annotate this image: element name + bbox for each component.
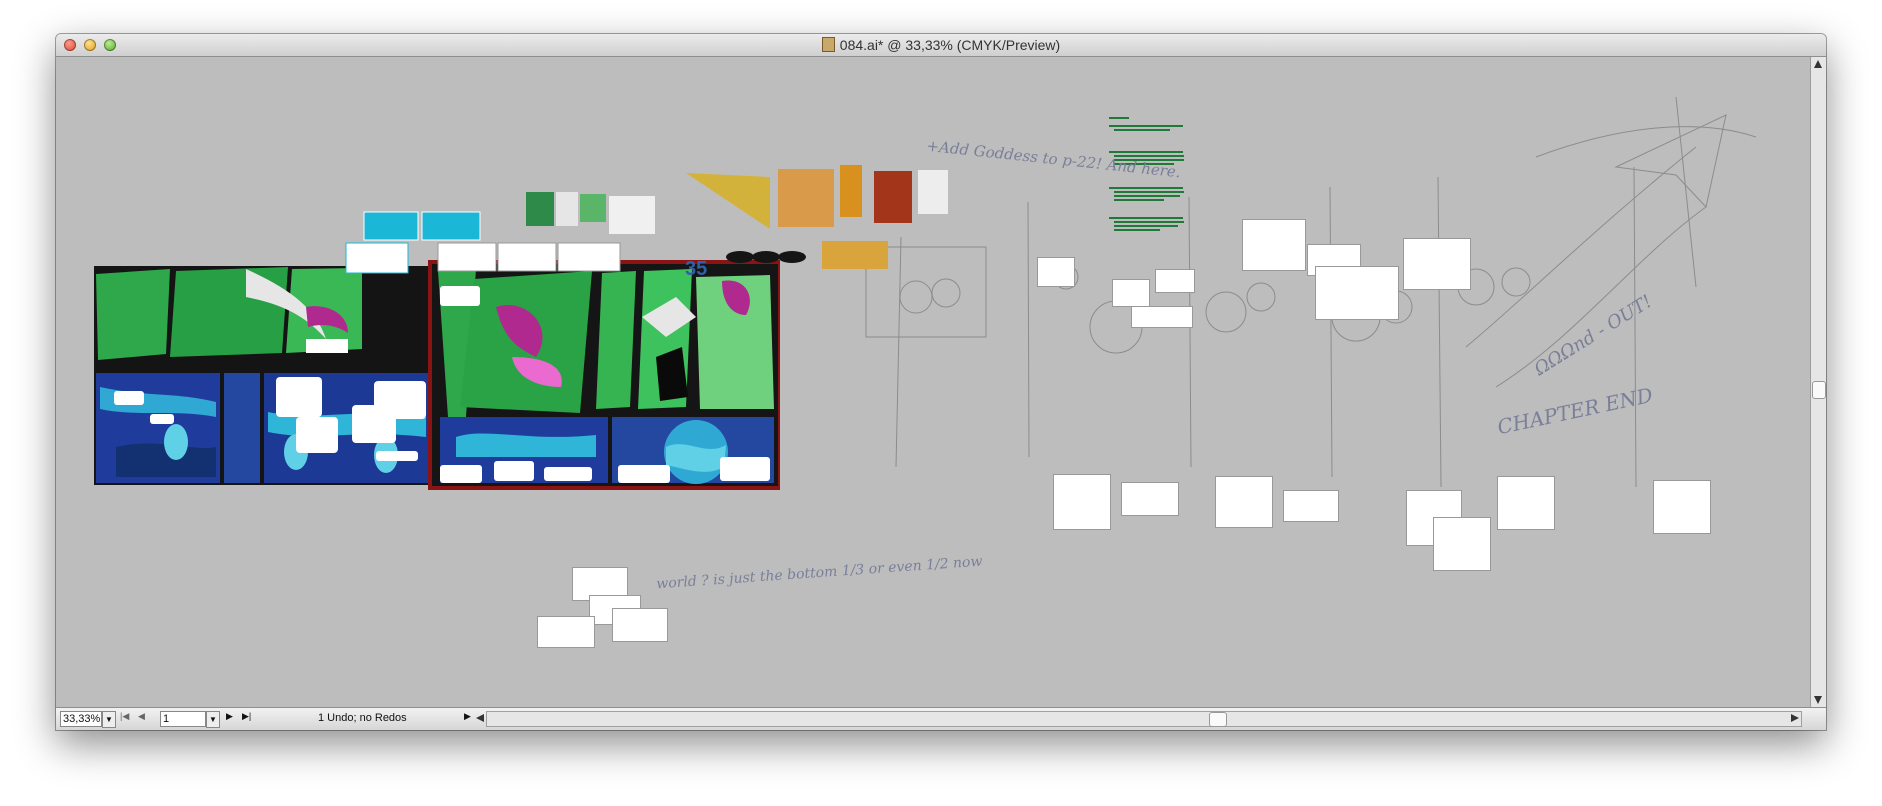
previous-artboard-icon[interactable]: ◀ <box>138 711 145 722</box>
status-menu-arrow[interactable]: ▶ <box>464 711 471 722</box>
last-artboard-icon[interactable]: ▶| <box>242 711 251 722</box>
sticky-note[interactable] <box>1654 481 1710 533</box>
status-bar: 33,33% ▼ |◀ ◀ 1 ▼ ▶ ▶| 1 Undo; no Redos … <box>56 707 1826 730</box>
zoom-dropdown-arrow[interactable]: ▼ <box>102 711 116 728</box>
sticky-note[interactable] <box>538 617 594 647</box>
vertical-scrollbar[interactable] <box>1810 57 1826 707</box>
sticky-note[interactable] <box>1243 220 1305 270</box>
artboard-canvas[interactable]: 35 +Add Goddess to p-22! And here. world… <box>56 57 1811 707</box>
illustrator-window: 084.ai* @ 33,33% (CMYK/Preview) 35 +Add … <box>56 34 1826 730</box>
sticky-note[interactable] <box>1316 267 1398 319</box>
comic-page-right[interactable] <box>428 260 780 490</box>
sticky-note[interactable] <box>1284 491 1338 521</box>
sticky-note[interactable] <box>1156 270 1194 292</box>
sticky-note[interactable] <box>1132 307 1192 327</box>
title-bar: 084.ai* @ 33,33% (CMYK/Preview) <box>56 34 1826 57</box>
sticky-note[interactable] <box>1434 518 1490 570</box>
illustrator-file-icon <box>821 37 835 52</box>
scroll-right-arrow[interactable] <box>1791 714 1799 722</box>
sticky-note[interactable] <box>1113 280 1149 306</box>
first-artboard-icon[interactable]: |◀ <box>120 711 129 722</box>
undo-status: 1 Undo; no Redos <box>318 712 407 724</box>
zoom-level-field[interactable]: 33,33% <box>60 711 102 727</box>
scroll-left-arrow[interactable] <box>476 714 484 722</box>
scroll-down-arrow[interactable] <box>1814 696 1822 704</box>
sticky-note[interactable] <box>1038 258 1074 286</box>
sticky-note[interactable] <box>1404 239 1470 289</box>
horizontal-scroll-thumb[interactable] <box>1209 712 1227 727</box>
sticky-note[interactable] <box>1498 477 1554 529</box>
window-title: 084.ai* @ 33,33% (CMYK/Preview) <box>839 37 1061 53</box>
vertical-scroll-thumb[interactable] <box>1812 381 1826 399</box>
horizontal-scrollbar[interactable] <box>476 711 1802 727</box>
window-title-wrapper: 084.ai* @ 33,33% (CMYK/Preview) <box>56 37 1826 53</box>
sticky-note[interactable] <box>613 609 667 641</box>
swatch-groups[interactable] <box>345 165 948 274</box>
artboard-number-field[interactable]: 1 <box>160 711 206 727</box>
sticky-note[interactable] <box>1216 477 1272 527</box>
comic-page-left[interactable] <box>94 266 432 485</box>
sticky-note[interactable] <box>1054 475 1110 529</box>
page-number-label: 35 <box>685 258 708 280</box>
scroll-up-arrow[interactable] <box>1814 60 1822 68</box>
sticky-note[interactable] <box>1122 483 1178 515</box>
artboard-dropdown-arrow[interactable]: ▼ <box>206 711 220 728</box>
next-artboard-icon[interactable]: ▶ <box>226 711 233 722</box>
